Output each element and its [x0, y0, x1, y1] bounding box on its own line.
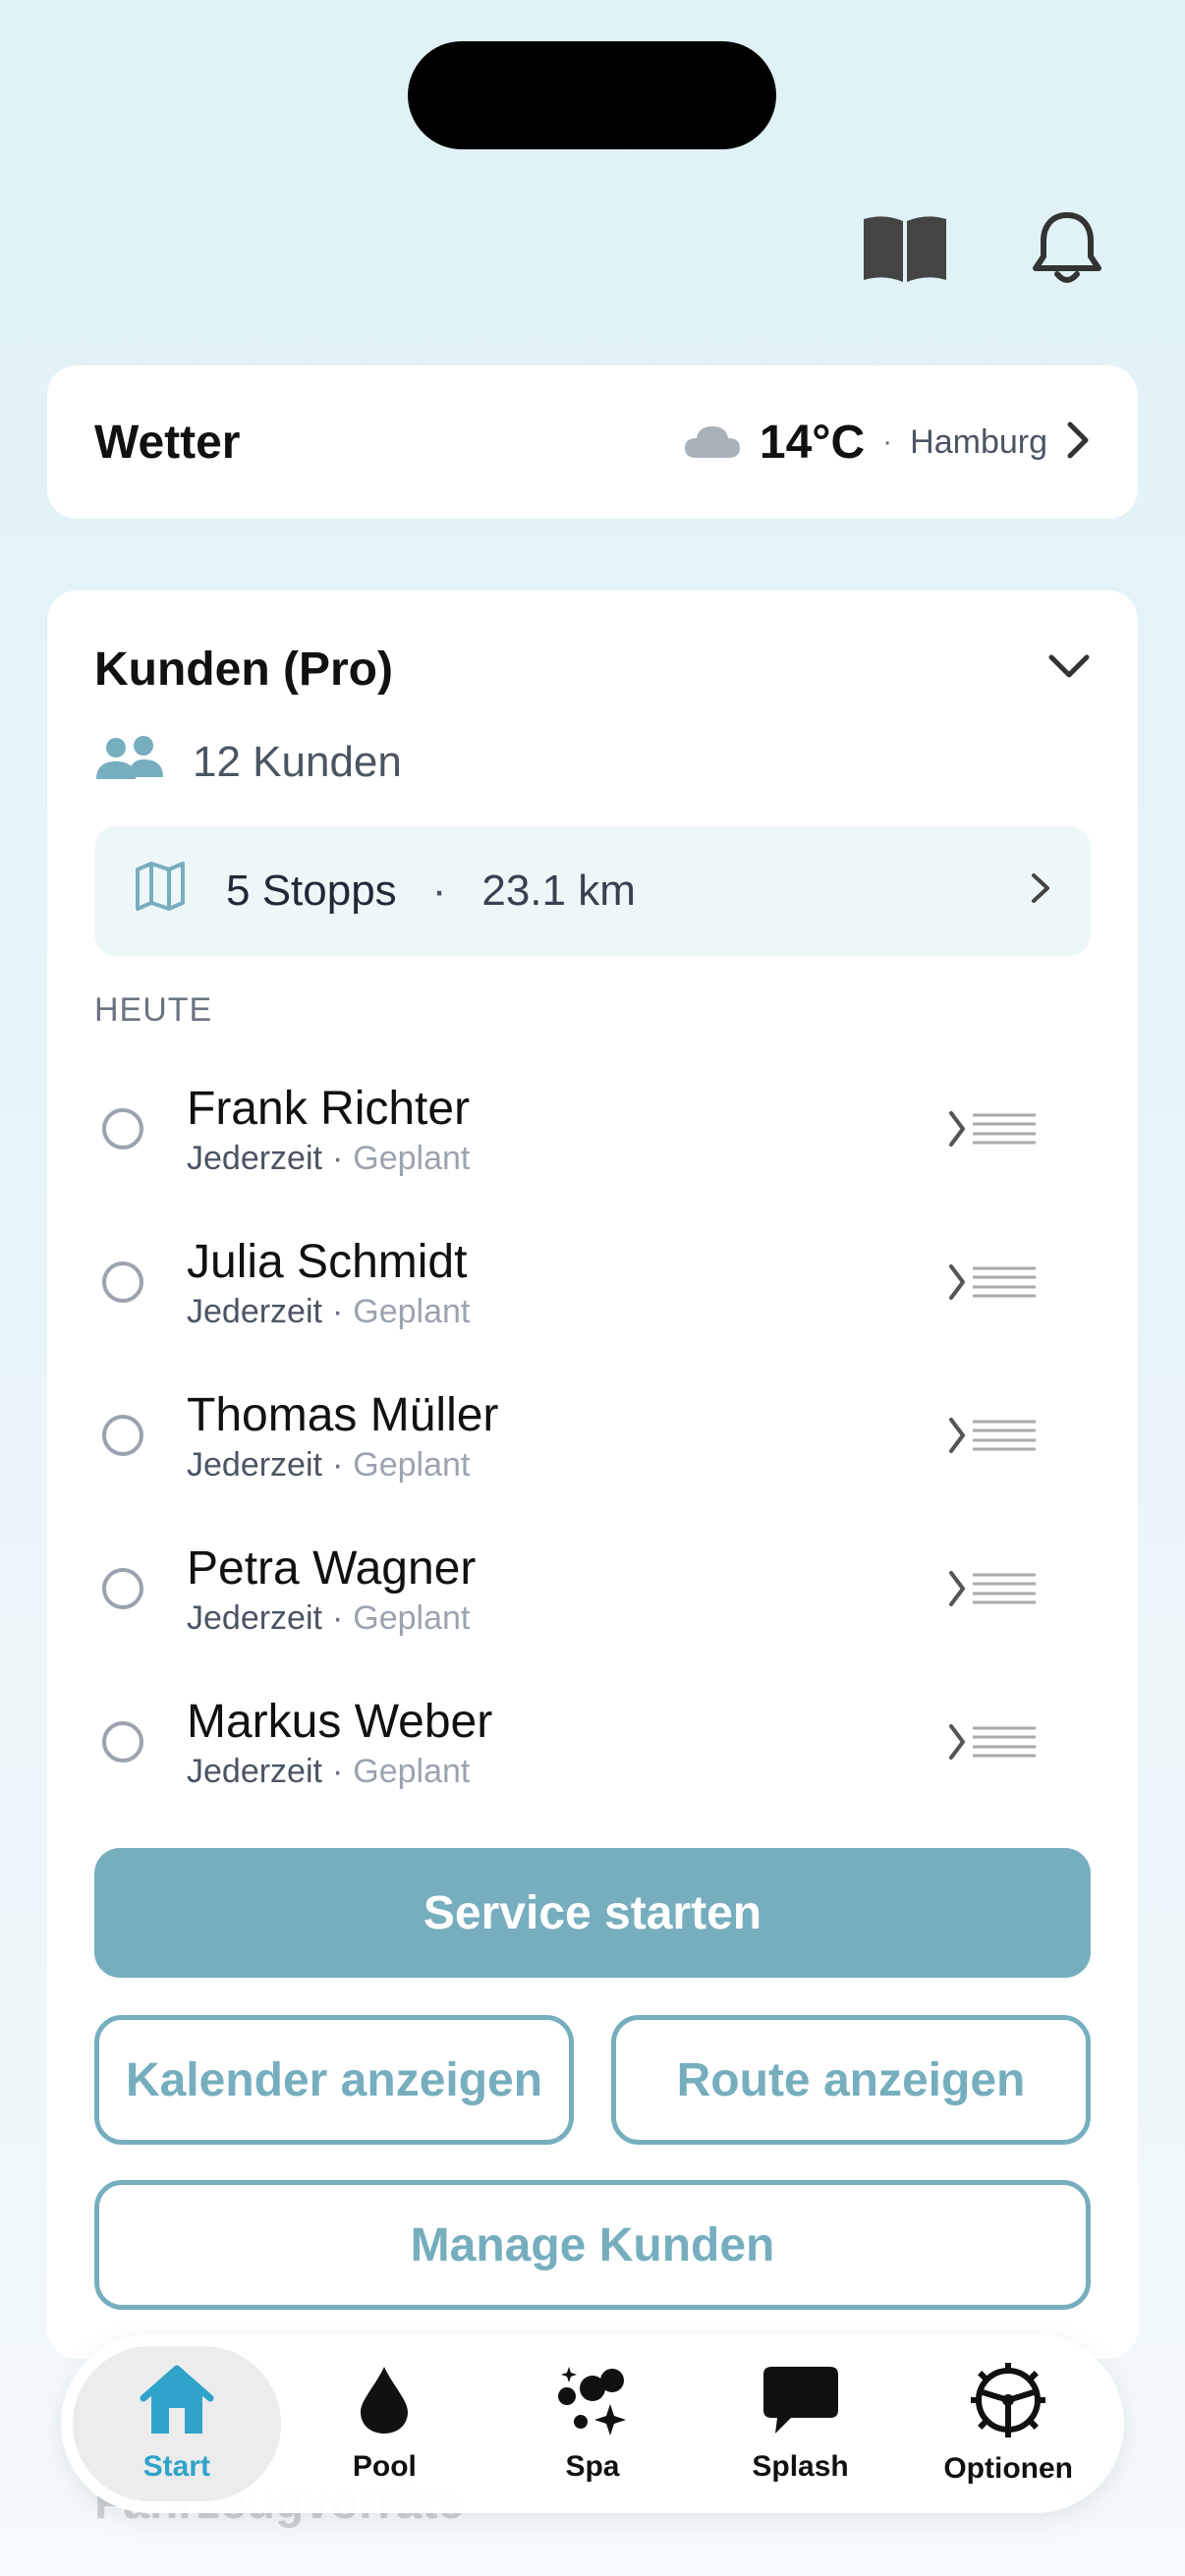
checkbox-circle[interactable] — [102, 1721, 143, 1763]
show-route-button[interactable]: Route anzeigen — [611, 2015, 1091, 2145]
tab-options[interactable]: Optionen — [904, 2346, 1112, 2501]
list-item[interactable]: Petra Wagner Jederzeit · Geplant — [94, 1512, 1091, 1665]
customer-time: Jederzeit — [187, 1752, 322, 1790]
chevron-down-icon[interactable] — [1047, 653, 1091, 686]
section-label-today: HEUTE — [94, 991, 213, 1029]
tab-label: Spa — [565, 2449, 620, 2483]
separator: · — [331, 1598, 344, 1637]
separator: · — [431, 867, 447, 915]
customer-status: Geplant — [353, 1598, 471, 1637]
city-name: Hamburg — [910, 422, 1047, 461]
dynamic-island — [408, 41, 776, 149]
list-item[interactable]: Julia Schmidt Jederzeit · Geplant — [94, 1205, 1091, 1359]
bubbles-icon — [555, 2365, 630, 2440]
tab-start[interactable]: Start — [73, 2346, 281, 2501]
book-icon[interactable] — [851, 204, 959, 293]
customer-time: Jederzeit — [187, 1445, 322, 1484]
cloud-icon — [683, 420, 742, 465]
top-toolbar — [792, 204, 1185, 293]
reorder-handle-icon[interactable] — [945, 1559, 1044, 1618]
weather-title: Wetter — [94, 416, 241, 469]
checkbox-circle[interactable] — [102, 1415, 143, 1456]
drop-icon — [357, 2365, 412, 2440]
list-item[interactable]: Thomas Müller Jederzeit · Geplant — [94, 1359, 1091, 1512]
tab-label: Start — [142, 2449, 210, 2483]
tab-label: Optionen — [943, 2451, 1073, 2485]
customer-name: Frank Richter — [187, 1082, 471, 1135]
customer-name: Petra Wagner — [187, 1541, 477, 1595]
customer-time: Jederzeit — [187, 1139, 322, 1177]
tab-pool[interactable]: Pool — [281, 2346, 489, 2501]
customer-status: Geplant — [353, 1292, 471, 1330]
separator: · — [882, 425, 893, 458]
checkbox-circle[interactable] — [102, 1568, 143, 1609]
separator: · — [331, 1445, 344, 1484]
customer-count-label: 12 Kunden — [193, 738, 402, 786]
separator: · — [331, 1752, 344, 1790]
customer-name: Markus Weber — [187, 1695, 493, 1748]
tab-bar: Start Pool Spa Splash Optionen — [61, 2334, 1124, 2513]
list-item[interactable]: Markus Weber Jederzeit · Geplant — [94, 1665, 1091, 1819]
map-icon — [134, 861, 187, 922]
route-distance: 23.1 km — [481, 867, 636, 915]
chevron-right-icon — [1065, 420, 1091, 465]
temperature: 14°C — [759, 416, 866, 469]
checkbox-circle[interactable] — [102, 1261, 143, 1303]
reorder-handle-icon[interactable] — [945, 1253, 1044, 1312]
tab-spa[interactable]: Spa — [488, 2346, 697, 2501]
tab-label: Splash — [752, 2449, 849, 2483]
bell-icon[interactable] — [1013, 204, 1121, 293]
list-item[interactable]: Frank Richter Jederzeit · Geplant — [94, 1052, 1091, 1205]
customer-name: Thomas Müller — [187, 1388, 499, 1441]
manage-customers-button[interactable]: Manage Kunden — [94, 2180, 1091, 2310]
route-stops: 5 Stopps — [226, 867, 397, 915]
tab-label: Pool — [352, 2449, 417, 2483]
customer-time: Jederzeit — [187, 1292, 322, 1330]
show-calendar-button[interactable]: Kalender anzeigen — [94, 2015, 574, 2145]
customer-status: Geplant — [353, 1445, 471, 1484]
customer-count: 12 Kunden — [94, 728, 402, 797]
chevron-right-icon — [1030, 867, 1051, 916]
reorder-handle-icon[interactable] — [945, 1099, 1044, 1158]
people-icon — [94, 734, 165, 792]
home-icon — [138, 2365, 216, 2440]
customers-title: Kunden (Pro) — [94, 643, 393, 696]
weather-card[interactable]: Wetter 14°C · Hamburg — [47, 365, 1138, 519]
chat-bubble-icon — [762, 2365, 840, 2440]
customer-list: Frank Richter Jederzeit · Geplant Julia Sc… — [94, 1052, 1091, 1819]
customer-name: Julia Schmidt — [187, 1235, 468, 1288]
customers-card: Kunden (Pro) 12 Kunden 5 Stopps · 23.1 k… — [47, 590, 1138, 2359]
separator: · — [331, 1292, 344, 1330]
steering-wheel-icon — [971, 2362, 1046, 2442]
customer-status: Geplant — [353, 1752, 471, 1790]
reorder-handle-icon[interactable] — [945, 1712, 1044, 1771]
reorder-handle-icon[interactable] — [945, 1406, 1044, 1465]
route-summary[interactable]: 5 Stopps · 23.1 km — [94, 826, 1091, 956]
customer-status: Geplant — [353, 1139, 471, 1177]
start-service-button[interactable]: Service starten — [94, 1848, 1091, 1978]
customer-time: Jederzeit — [187, 1598, 322, 1637]
checkbox-circle[interactable] — [102, 1108, 143, 1149]
tab-splash[interactable]: Splash — [697, 2346, 905, 2501]
separator: · — [331, 1139, 344, 1177]
